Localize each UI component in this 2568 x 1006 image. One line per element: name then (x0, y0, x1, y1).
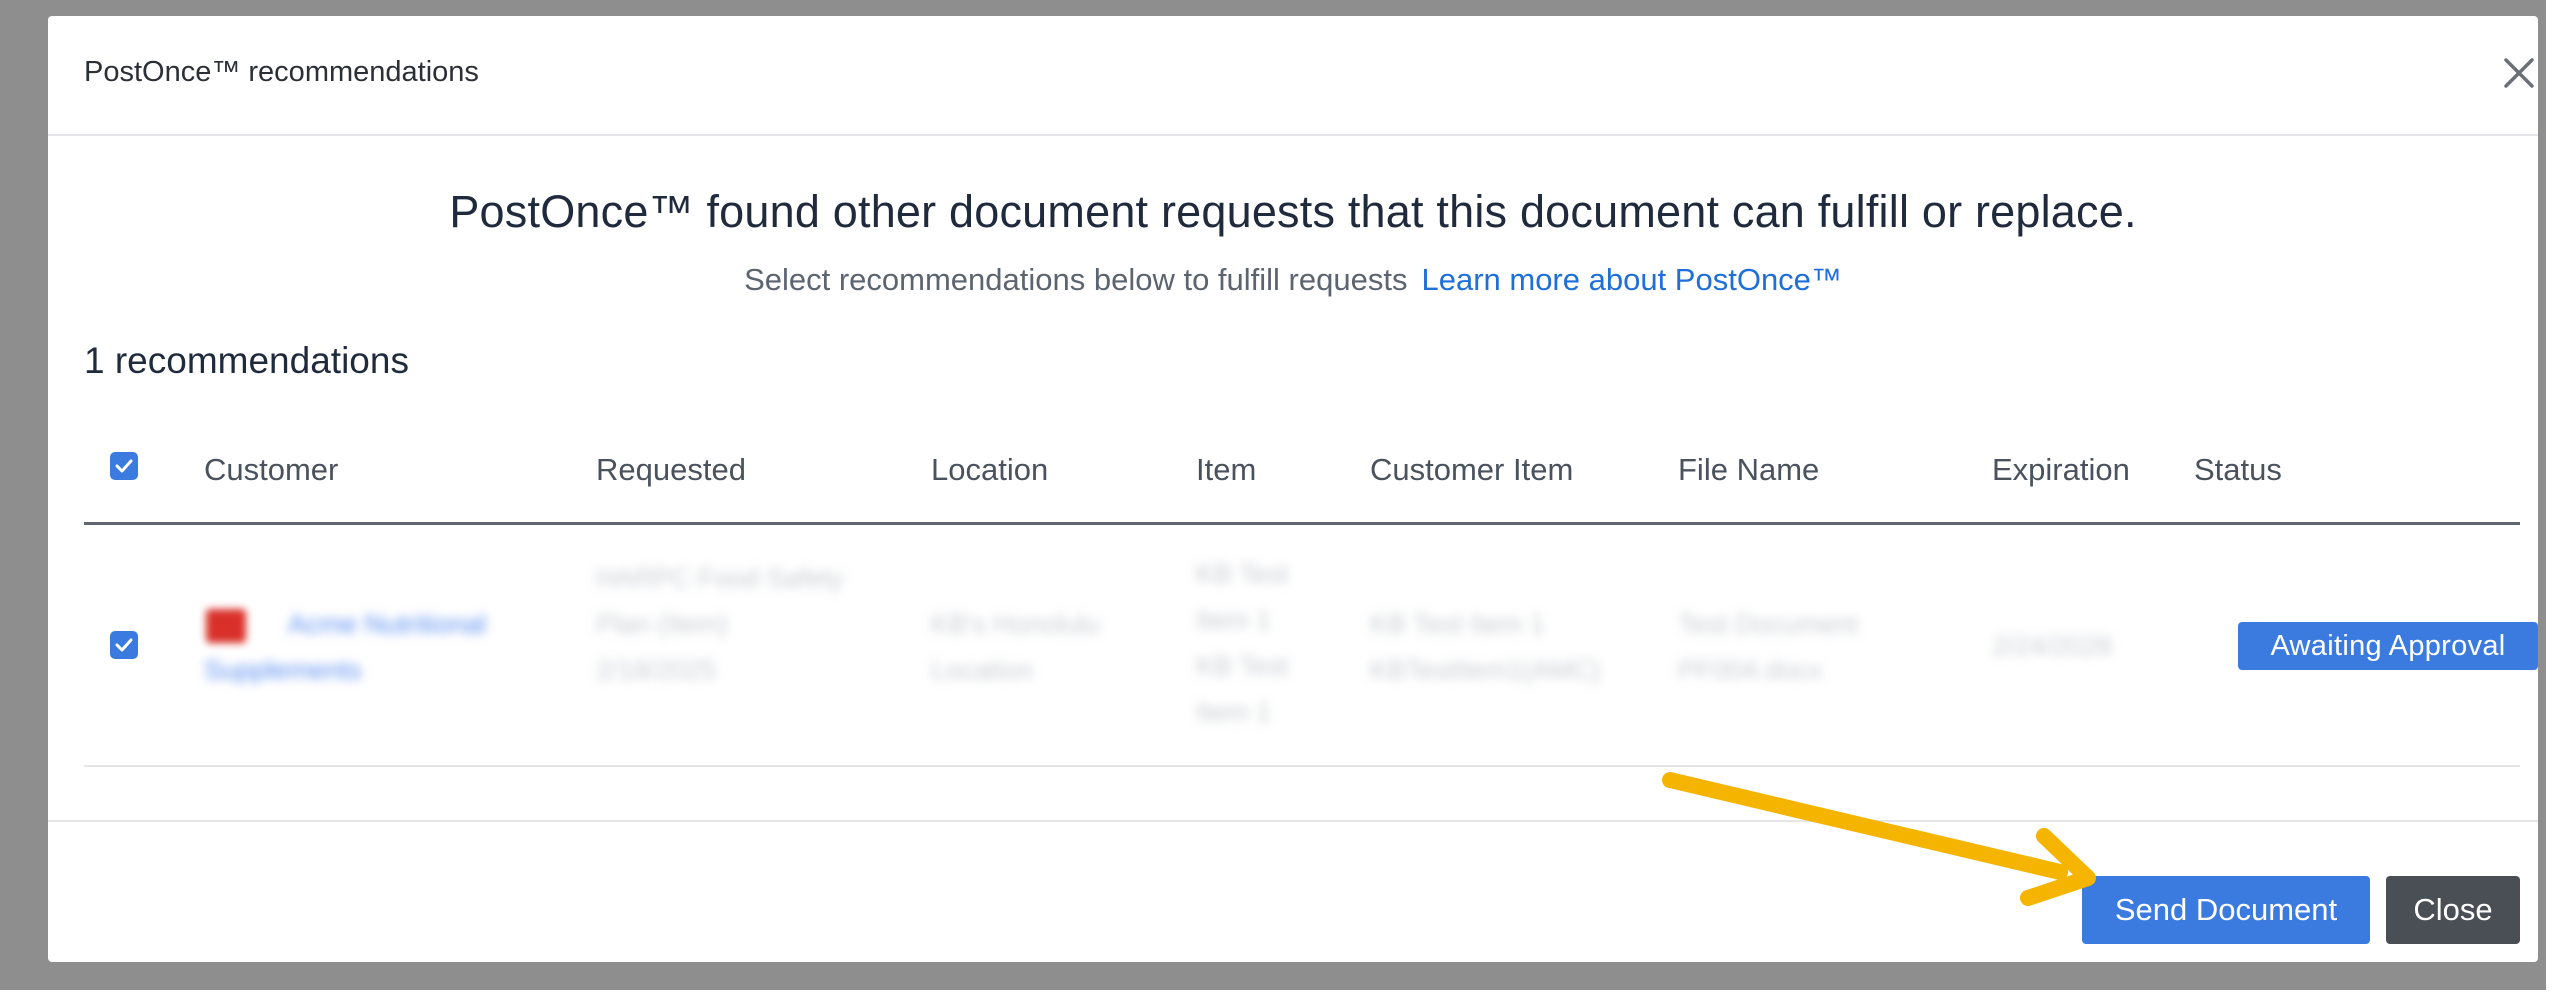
select-all-checkbox[interactable] (110, 452, 138, 480)
send-document-button[interactable]: Send Document (2082, 876, 2370, 944)
column-status[interactable]: Status (2194, 452, 2282, 488)
item-cell: KB Test Item 1 KB Test Item 1 (1196, 559, 1289, 727)
check-icon (115, 638, 133, 652)
modal-headline: PostOnce™ found other document requests … (449, 186, 2137, 237)
subline-text: Select recommendations below to fulfill … (744, 262, 1408, 297)
table-header: Customer Requested Location Item Custome… (84, 416, 2520, 525)
file-name-cell: Test Document PF004.docx (1678, 609, 1859, 685)
modal-title: PostOnce™ recommendations (84, 56, 479, 88)
column-expiration[interactable]: Expiration (1992, 452, 2130, 488)
modal-footer: Send Document Close (48, 820, 2538, 964)
recommendation-count: 1 recommendations (84, 340, 409, 381)
modal-header: PostOnce™ recommendations (48, 16, 2538, 136)
check-icon (115, 459, 133, 473)
customer-link[interactable]: Acme Nutritional Supplements (204, 601, 564, 693)
close-button[interactable]: Close (2386, 876, 2520, 944)
table-row[interactable]: Acme Nutritional Supplements HARPC Food … (84, 525, 2538, 767)
postonce-recommendations-modal: PostOnce™ recommendations PostOnce™ foun… (48, 16, 2538, 962)
column-location[interactable]: Location (931, 452, 1048, 488)
column-file-name[interactable]: File Name (1678, 452, 1819, 488)
column-customer[interactable]: Customer (204, 452, 338, 488)
customer-item-cell: KB Test Item 1 KBTestItem1(AMC) (1370, 609, 1602, 685)
column-requested[interactable]: Requested (596, 452, 746, 488)
modal-subline: Select recommendations below to fulfill … (48, 262, 2538, 298)
column-item[interactable]: Item (1196, 452, 1256, 488)
location-cell: KB's Honolulu Location (931, 609, 1100, 685)
recommendations-table: Customer Requested Location Item Custome… (84, 416, 2538, 767)
requested-cell: HARPC Food Safety Plan (Item) 2/18/2025 (596, 563, 844, 685)
expiration-cell: 2/24/2028 (1992, 631, 2113, 661)
close-icon[interactable] (2498, 52, 2540, 94)
row-checkbox[interactable] (110, 631, 138, 659)
learn-more-link[interactable]: Learn more about PostOnce™ (1421, 262, 1841, 297)
status-badge: Awaiting Approval (2238, 622, 2538, 670)
column-customer-item[interactable]: Customer Item (1370, 452, 1573, 488)
